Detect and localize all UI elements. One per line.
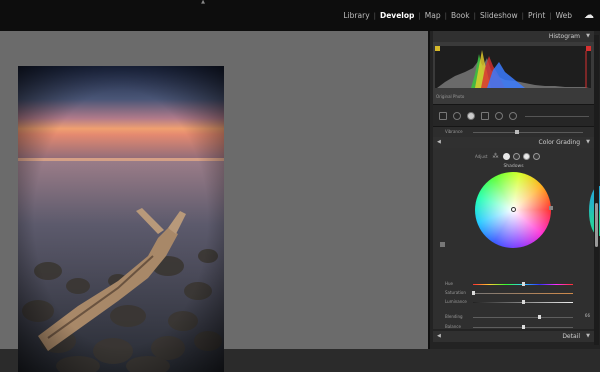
swatch-toggle-icon[interactable] [440,242,445,247]
module-web[interactable]: Web [552,11,576,20]
red-eye-tool-icon[interactable] [467,112,475,120]
mode-label: Shadows [503,164,524,169]
three-way-view-icon[interactable]: ⁂ [493,153,499,160]
collapse-triangle-icon[interactable]: ▼ [586,31,590,42]
slider-label-balance: Balance [445,324,461,329]
vibrance-knob[interactable] [515,130,519,134]
local-adjust-icon[interactable] [495,112,503,120]
histogram[interactable]: Original Photo [433,42,594,104]
module-library[interactable]: Library [339,11,373,20]
color-grading-body: Adjust ⁂ Shadows Hue Saturation Luminance B… [433,148,600,331]
vibrance-label: Vibrance [445,129,463,134]
module-picker: Library | Develop | Map | Book | Slidesh… [339,10,594,20]
photo-preview[interactable] [18,66,224,372]
histogram-graph [435,46,591,88]
slider-knob-balance[interactable] [521,325,525,329]
color-grading-header[interactable]: ◀ Color Grading ▼ [433,137,594,148]
shadow-clipping-icon [435,46,440,51]
original-photo-label: Original Photo [436,94,465,99]
slider-value-blending[interactable]: 66 [585,313,590,318]
panel-switch-icon[interactable]: ◀ [437,137,441,148]
tool-strip [433,104,594,126]
panel-switch-icon[interactable]: ◀ [437,331,441,342]
global-mode-button[interactable] [532,153,540,160]
slider-row-luminance: Luminance [433,298,594,306]
photo-image [18,66,224,372]
vibrance-row: Vibrance [433,126,594,137]
collapse-triangle-icon[interactable]: ▼ [586,331,590,342]
histogram-header[interactable]: Histogram ▼ [433,31,594,42]
histogram-title: Histogram [548,33,580,40]
slider-knob-luminance[interactable] [521,300,525,304]
module-slideshow[interactable]: Slideshow [476,11,522,20]
tool-amount-slider[interactable] [525,116,589,117]
slider-row-blending: Blending 66 [433,313,594,321]
midtones-mode-button[interactable] [512,153,520,160]
color-wheel-target[interactable] [511,207,516,212]
heal-tool-icon[interactable] [453,112,461,120]
slider-track-blending[interactable] [473,317,573,318]
module-print[interactable]: Print [524,11,549,20]
scrollbar-thumb[interactable] [595,203,598,247]
highlight-clipping-icon [586,46,591,51]
slider-label-hue: Hue [445,281,454,286]
detail-title: Detail [562,333,580,340]
slider-row-balance: Balance [433,323,594,331]
radial-filter-icon[interactable] [509,112,517,120]
detail-header[interactable]: ◀ Detail ▼ [433,331,594,342]
slider-row-saturation: Saturation [433,289,594,297]
slider-label-blending: Blending [445,314,463,319]
color-grading-title: Color Grading [538,139,580,146]
slider-row-hue: Hue [433,280,594,288]
slider-label-luminance: Luminance [445,299,467,304]
slider-knob-hue[interactable] [521,282,525,286]
develop-panel-column: Histogram ▼ Original Photo Vibrance ◀ Co… [433,31,600,342]
slider-knob-saturation[interactable] [471,291,475,295]
adjust-mode-row: Adjust ⁂ [475,153,543,160]
slider-track-saturation[interactable] [473,293,573,294]
slider-knob-blending[interactable] [537,315,541,319]
module-map[interactable]: Map [421,11,445,20]
collapse-triangle-icon[interactable]: ▼ [586,137,590,148]
shadows-mode-button[interactable] [502,153,510,160]
image-canvas[interactable] [0,31,428,372]
cloud-icon[interactable]: ☁ [584,10,594,20]
highlights-mode-button[interactable] [522,153,530,160]
module-book[interactable]: Book [447,11,474,20]
panel-scrollbar[interactable] [594,35,599,345]
color-wheel-handle[interactable] [549,206,553,210]
masking-tool-icon[interactable] [481,112,489,120]
right-panel: Histogram ▼ Original Photo Vibrance ◀ Co… [428,31,600,349]
panel-toggle-arrow-icon[interactable]: ▲ [200,0,206,5]
top-bar: ▲ Library | Develop | Map | Book | Slide… [0,0,600,31]
crop-tool-icon[interactable] [439,112,447,120]
module-develop[interactable]: Develop [376,11,418,20]
vibrance-track[interactable] [473,132,583,133]
adjust-label: Adjust [475,154,488,159]
slider-label-saturation: Saturation [445,290,466,295]
